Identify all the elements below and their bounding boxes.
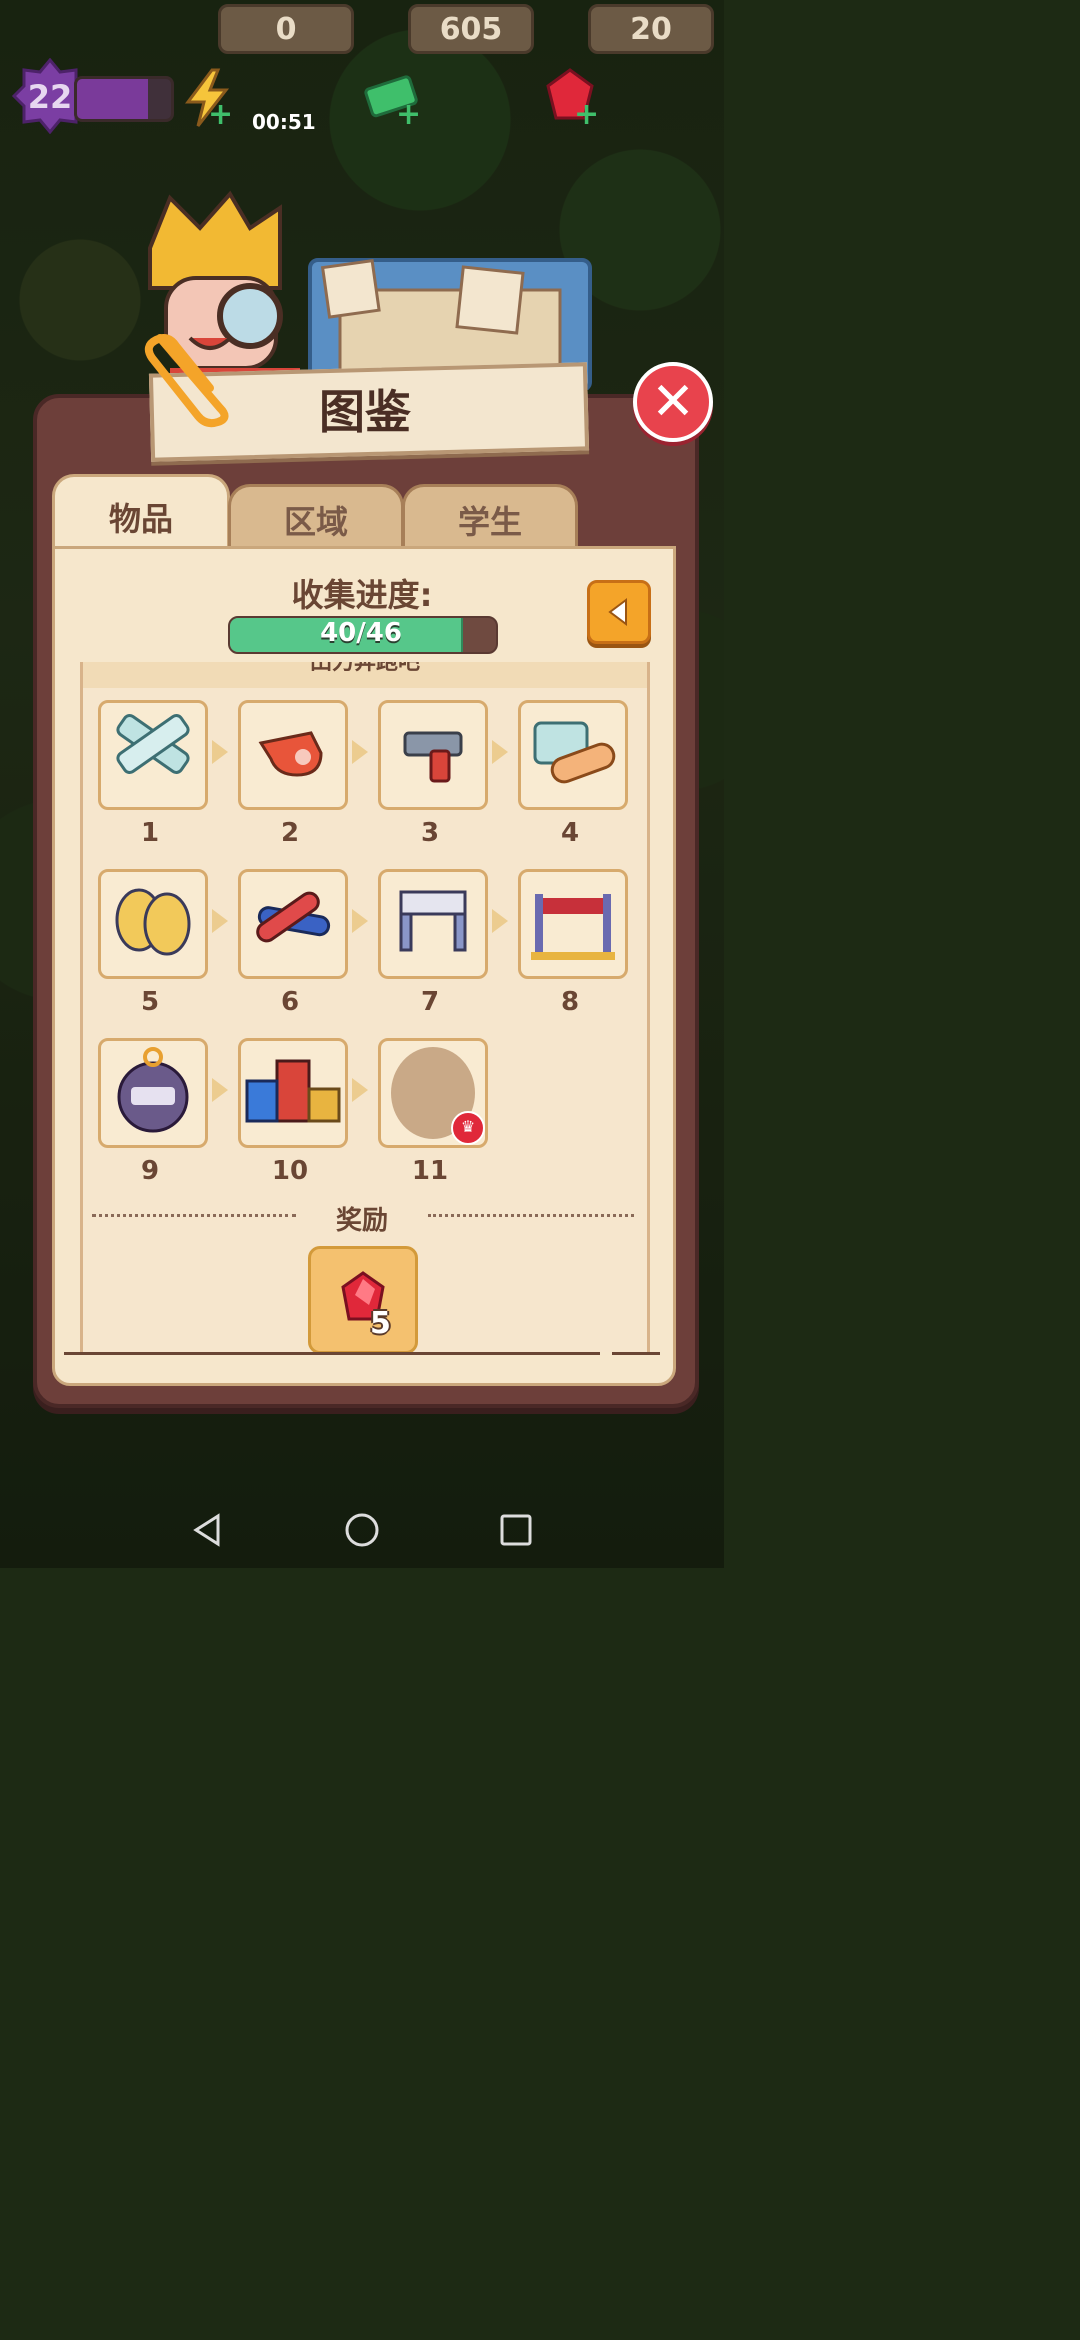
reward-label: 奖励 (335, 1206, 388, 1236)
reward-count: 5 (370, 1306, 391, 1341)
tab-areas[interactable]: 区域 (228, 484, 404, 553)
collection-item-number: 3 (420, 818, 440, 848)
chevron-left-icon (608, 598, 627, 626)
collection-item-number: 1 (140, 818, 160, 848)
tab-areas-label: 区域 (283, 503, 348, 541)
nav-home-icon[interactable] (342, 1510, 382, 1550)
energy-timer: 00:51 (252, 110, 316, 134)
cash-counter[interactable]: 605 (408, 4, 534, 54)
collection-progress-text: 40/46 (320, 618, 402, 648)
progression-arrow-icon (212, 1078, 228, 1102)
panel-bottom-rule (64, 1352, 600, 1355)
collection-item-number: 10 (271, 1156, 309, 1186)
collection-item-10[interactable] (238, 1038, 348, 1148)
collection-item-11[interactable]: ♛ (378, 1038, 488, 1148)
collection-item-number: 5 (140, 987, 160, 1017)
back-button[interactable] (587, 580, 651, 644)
collection-item-number: 2 (280, 818, 300, 848)
nav-back-icon[interactable] (188, 1510, 228, 1550)
section-title: 田力奔跑吧 (83, 662, 647, 688)
hurdle-icon (399, 890, 467, 952)
tab-students-label: 学生 (457, 503, 522, 541)
tab-students[interactable]: 学生 (402, 484, 578, 553)
add-energy-icon[interactable]: + (208, 100, 233, 130)
collection-item-number: 11 (411, 1156, 449, 1186)
collection-item-3[interactable] (378, 700, 488, 810)
collection-item-number: 8 (560, 987, 580, 1017)
close-icon: ✕ (651, 372, 695, 432)
add-cash-icon[interactable]: + (396, 100, 421, 130)
progression-arrow-icon (352, 740, 368, 764)
progression-arrow-icon (492, 909, 508, 933)
whistle-icon (258, 731, 323, 777)
cash-value: 605 (439, 11, 503, 47)
level-progress-fill (77, 79, 148, 119)
tab-items-label: 物品 (108, 500, 173, 538)
paperclip-icon (144, 334, 229, 428)
reward-item[interactable] (308, 1246, 418, 1354)
finish-line-icon (531, 894, 615, 960)
stopwatch-icon (117, 1047, 189, 1133)
energy-value: 0 (275, 11, 297, 47)
energy-counter[interactable]: 0 (218, 4, 354, 54)
tab-items[interactable]: 物品 (52, 474, 230, 557)
band-aid-icon (533, 721, 616, 784)
progression-arrow-icon (352, 909, 368, 933)
relay-baton-icon (256, 891, 331, 943)
collection-item-5[interactable] (98, 869, 208, 979)
panel-bottom-rule-right (612, 1352, 660, 1355)
collection-item-6[interactable] (238, 869, 348, 979)
starting-pistol-icon (403, 731, 463, 783)
gems-counter[interactable]: 20 (588, 4, 714, 54)
collection-item-2[interactable] (238, 700, 348, 810)
collection-item-4[interactable] (518, 700, 628, 810)
progression-arrow-icon (212, 740, 228, 764)
collection-item-8[interactable] (518, 869, 628, 979)
level-progress-bar (74, 76, 174, 122)
close-button[interactable]: ✕ (633, 362, 713, 442)
sneakers-icon (115, 888, 191, 956)
collection-item-7[interactable] (378, 869, 488, 979)
progression-arrow-icon (352, 1078, 368, 1102)
collection-item-9[interactable] (98, 1038, 208, 1148)
gems-value: 20 (630, 11, 672, 47)
reward-divider-right (428, 1214, 634, 1217)
nav-recents-icon[interactable] (496, 1510, 536, 1550)
collection-item-number: 4 (560, 818, 580, 848)
progression-arrow-icon (492, 740, 508, 764)
collection-item-number: 7 (420, 987, 440, 1017)
collection-item-number: 6 (280, 987, 300, 1017)
podium-icon (245, 1059, 341, 1123)
crown-badge-icon: ♛ (451, 1111, 485, 1145)
collection-item-number: 9 (140, 1156, 160, 1186)
progression-arrow-icon (212, 909, 228, 933)
collection-item-1[interactable] (98, 700, 208, 810)
add-gems-icon[interactable]: + (574, 100, 599, 130)
bandage-strips-icon (116, 714, 190, 774)
